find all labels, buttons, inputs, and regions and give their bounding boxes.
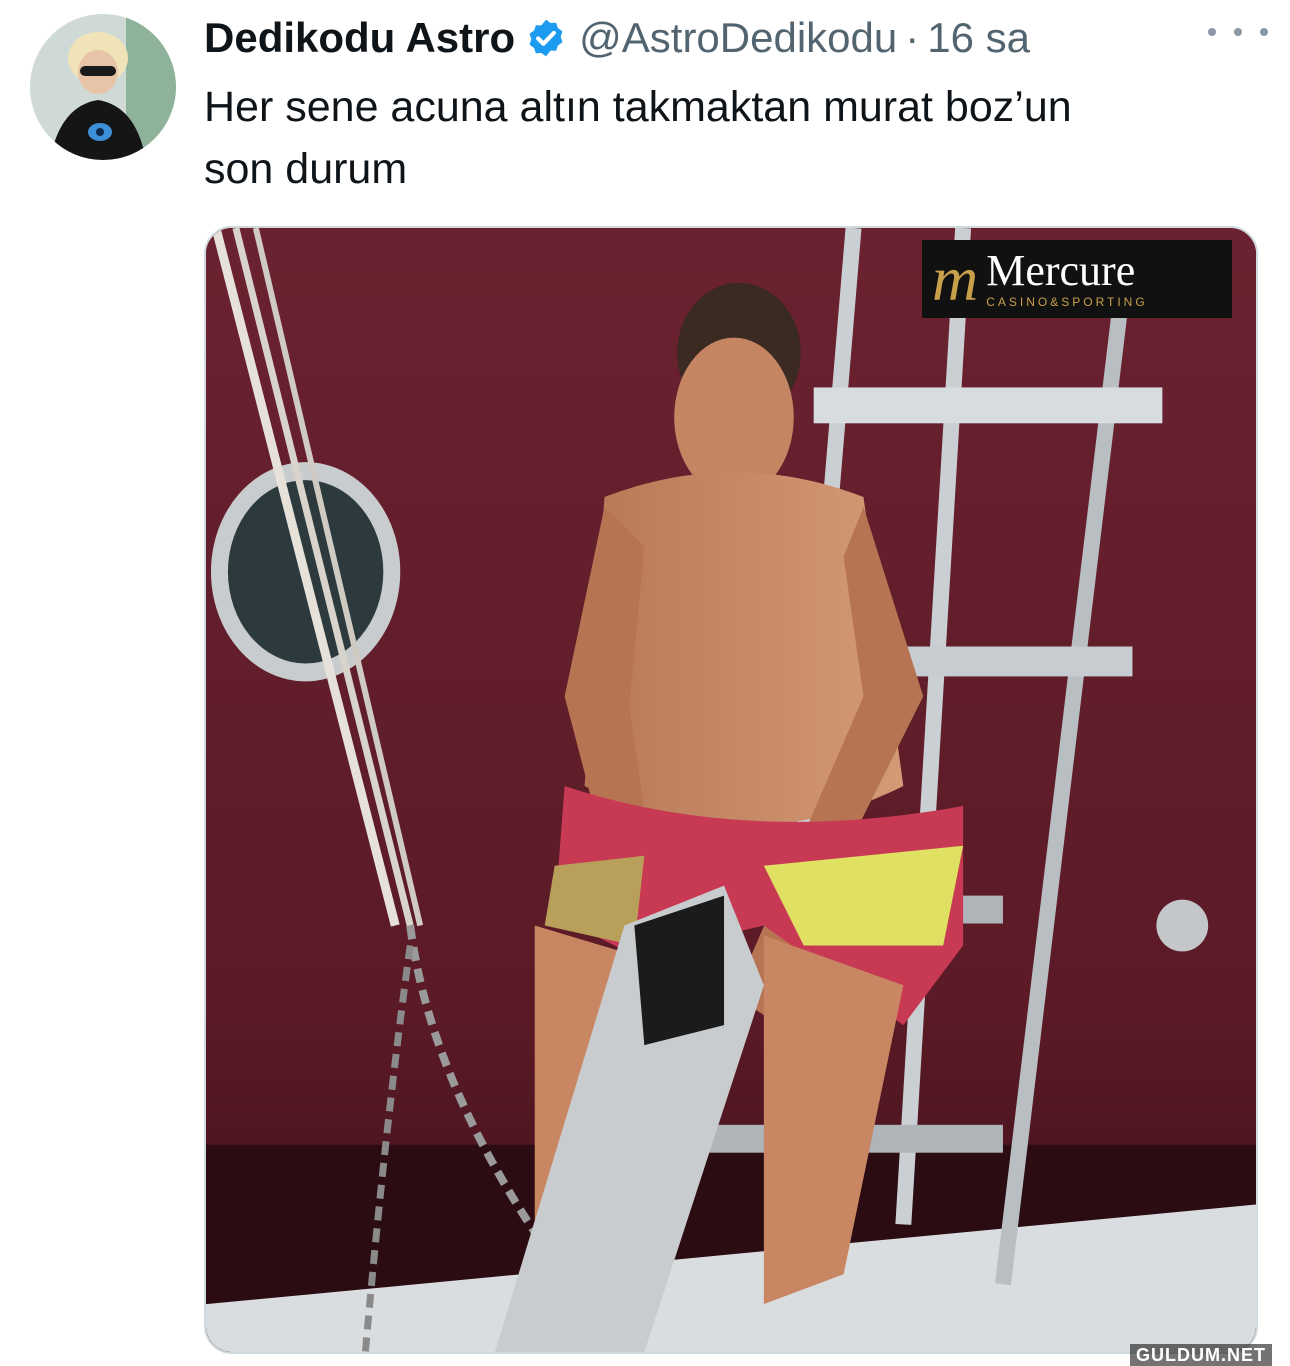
tweet-text: Her sene acuna altın takmaktan murat boz…: [204, 76, 1264, 200]
dot: [1208, 28, 1216, 36]
display-name[interactable]: Dedikodu Astro: [204, 10, 515, 66]
logo-name: Mercure: [986, 246, 1136, 295]
mercure-logo: m Mercure CASINO&SPORTING: [922, 240, 1232, 318]
logo-mark: m: [932, 243, 979, 314]
tweet-media[interactable]: m Mercure CASINO&SPORTING: [204, 226, 1258, 1354]
tweet-text-line: son durum: [204, 145, 408, 193]
more-options-icon[interactable]: [1208, 20, 1268, 44]
avatar[interactable]: [30, 14, 176, 160]
site-watermark: GULDUM.NET: [1130, 1344, 1272, 1366]
dot: [1234, 28, 1242, 36]
separator: ·: [905, 14, 920, 61]
timestamp[interactable]: 16 sa: [927, 10, 1030, 66]
logo-words: Mercure CASINO&SPORTING: [986, 248, 1147, 310]
handle[interactable]: @AstroDedikodu: [579, 10, 897, 66]
dot: [1260, 28, 1268, 36]
avatar-photo: [30, 14, 176, 160]
logo-subtitle: CASINO&SPORTING: [986, 295, 1148, 309]
tweet-header: Dedikodu Astro @AstroDedikodu · 16 sa: [204, 10, 1274, 66]
tweet-text-line: Her sene acuna altın takmaktan murat boz…: [204, 83, 1072, 131]
verified-badge-icon: [529, 19, 563, 57]
tweet[interactable]: Dedikodu Astro @AstroDedikodu · 16 sa He…: [0, 0, 1290, 1366]
media-photo: [206, 228, 1256, 1352]
